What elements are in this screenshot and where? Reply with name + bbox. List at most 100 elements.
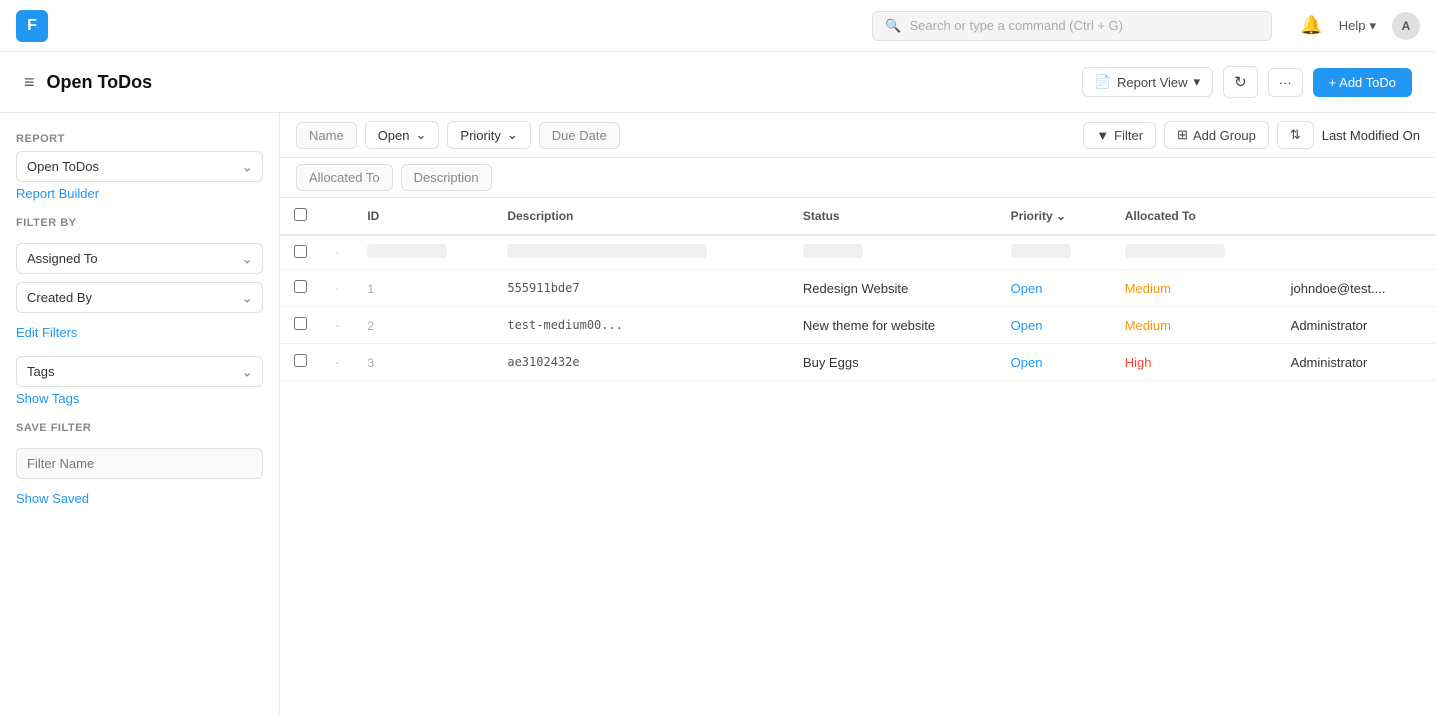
row-1-checkbox[interactable] <box>294 280 307 293</box>
row-2-id: test-medium00... <box>493 307 789 344</box>
avatar[interactable]: A <box>1392 12 1420 40</box>
add-group-button[interactable]: ⊞ Add Group <box>1164 121 1269 149</box>
filter-button[interactable]: ▼ Filter <box>1083 122 1156 149</box>
tags-select-wrapper: Tags <box>16 356 263 387</box>
table-row: · 1 555911bde7 Redesign Website Open Med… <box>280 270 1436 307</box>
filter-by-label: Filter By <box>16 217 263 229</box>
row-1-allocated-to: johndoe@test.... <box>1277 270 1436 307</box>
page-header: ≡ Open ToDos 📄 Report View ▾ ↻ ··· + Add… <box>0 52 1436 113</box>
row-1-status: Open <box>997 270 1111 307</box>
header-description: Description <box>493 198 789 235</box>
header-actions: 📄 Report View ▾ ↻ ··· + Add ToDo <box>1082 66 1412 98</box>
topbar-right: 🔔 Help ▾ A <box>1300 12 1420 40</box>
chevron-down-icon: ▾ <box>1194 74 1201 90</box>
filter-bar: Name Open ⌄ Priority ⌄ Due Date ▼ Filter <box>280 113 1436 158</box>
row-1-priority: Medium <box>1111 270 1277 307</box>
filter-by-section: Filter By Assigned To Created By Priorit… <box>16 217 263 340</box>
row-3-id: ae3102432e <box>493 344 789 381</box>
row-2-allocated-to: Administrator <box>1277 307 1436 344</box>
row-3-allocated-to: Administrator <box>1277 344 1436 381</box>
search-bar[interactable]: 🔍 Search or type a command (Ctrl + G) <box>872 11 1272 41</box>
header-status: Status <box>789 198 997 235</box>
row-3-description: Buy Eggs <box>789 344 997 381</box>
created-by-select[interactable]: Created By Assigned To Priority <box>16 282 263 313</box>
report-select-wrapper: Open ToDos <box>16 151 263 182</box>
row-2-dot: · <box>335 318 339 333</box>
table-header-row: ID Description Status Priority ⌄ <box>280 198 1436 235</box>
filter-bar-row2: Allocated To Description <box>280 158 1436 198</box>
more-options-button[interactable]: ··· <box>1268 68 1303 97</box>
header-allocated-to: Allocated To <box>1111 198 1277 235</box>
help-button[interactable]: Help ▾ <box>1339 18 1376 34</box>
topbar: F 🔍 Search or type a command (Ctrl + G) … <box>0 0 1436 52</box>
row-1-id: 555911bde7 <box>493 270 789 307</box>
row-3-priority: High <box>1111 344 1277 381</box>
row-1-description: Redesign Website <box>789 270 997 307</box>
chevron-down-icon: ▾ <box>1369 18 1376 34</box>
row-1-dot: · <box>335 281 339 296</box>
sort-icon: ⇅ <box>1290 127 1301 143</box>
header-checkbox[interactable] <box>280 198 321 235</box>
report-select[interactable]: Open ToDos <box>16 151 263 182</box>
tags-select[interactable]: Tags <box>16 356 263 387</box>
header-dot <box>321 198 353 235</box>
search-icon: 🔍 <box>885 18 901 34</box>
todos-table: ID Description Status Priority ⌄ <box>280 198 1436 381</box>
header-priority[interactable]: Priority ⌄ <box>997 198 1111 235</box>
sort-label: Last Modified On <box>1322 128 1420 143</box>
row-2-checkbox[interactable] <box>294 317 307 330</box>
chevron-down-icon: ⌄ <box>507 127 518 143</box>
notification-bell-icon[interactable]: 🔔 <box>1300 15 1322 36</box>
app-logo[interactable]: F <box>16 10 48 42</box>
description-filter-tag: Description <box>401 164 492 191</box>
refresh-button[interactable]: ↻ <box>1223 66 1258 98</box>
select-all-checkbox[interactable] <box>294 208 307 221</box>
row-3-num: 3 <box>353 344 493 381</box>
row-2-num: 2 <box>353 307 493 344</box>
sidebar: Report Open ToDos Report Builder Filter … <box>0 113 280 714</box>
row-3-dot: · <box>335 355 339 370</box>
sort-button[interactable]: ⇅ <box>1277 121 1314 149</box>
filter-actions: ▼ Filter ⊞ Add Group ⇅ Last Modified On <box>1083 121 1420 149</box>
save-filter-label: Save Filter <box>16 422 263 434</box>
group-icon: ⊞ <box>1177 127 1188 143</box>
table-area: Name Open ⌄ Priority ⌄ Due Date ▼ Filter <box>280 113 1436 714</box>
report-view-button[interactable]: 📄 Report View ▾ <box>1082 67 1213 97</box>
page: ≡ Open ToDos 📄 Report View ▾ ↻ ··· + Add… <box>0 52 1436 714</box>
main: Report Open ToDos Report Builder Filter … <box>0 113 1436 714</box>
name-filter-tag: Name <box>296 122 357 149</box>
header-id: ID <box>353 198 493 235</box>
status-filter-tag[interactable]: Open ⌄ <box>365 121 440 149</box>
filter-icon: ▼ <box>1096 128 1109 143</box>
show-tags-link[interactable]: Show Tags <box>16 391 263 406</box>
data-table: ID Description Status Priority ⌄ <box>280 198 1436 714</box>
row-2-status: Open <box>997 307 1111 344</box>
skeleton-row: · <box>280 235 1436 270</box>
allocated-to-filter-tag: Allocated To <box>296 164 393 191</box>
row-checkbox[interactable] <box>294 245 307 258</box>
assigned-to-select[interactable]: Assigned To Created By Priority Status <box>16 243 263 274</box>
table-row: · 3 ae3102432e Buy Eggs Open High Admini… <box>280 344 1436 381</box>
show-saved-link[interactable]: Show Saved <box>16 491 263 506</box>
filter-name-input[interactable] <box>16 448 263 479</box>
add-todo-button[interactable]: + Add ToDo <box>1313 68 1412 97</box>
report-section: Report Open ToDos Report Builder <box>16 133 263 201</box>
row-1-num: 1 <box>353 270 493 307</box>
menu-icon[interactable]: ≡ <box>24 72 35 93</box>
report-label: Report <box>16 133 263 145</box>
report-icon: 📄 <box>1095 74 1111 90</box>
row-2-description: New theme for website <box>789 307 997 344</box>
page-title: Open ToDos <box>47 72 153 93</box>
row-3-checkbox[interactable] <box>294 354 307 367</box>
row-3-status: Open <box>997 344 1111 381</box>
created-by-select-wrapper: Created By Assigned To Priority <box>16 282 263 313</box>
table-row: · 2 test-medium00... New theme for websi… <box>280 307 1436 344</box>
row-2-priority: Medium <box>1111 307 1277 344</box>
due-date-filter-tag: Due Date <box>539 122 620 149</box>
tags-section: Tags Show Tags <box>16 356 263 406</box>
assigned-to-select-wrapper: Assigned To Created By Priority Status <box>16 243 263 274</box>
edit-filters-link[interactable]: Edit Filters <box>16 325 263 340</box>
priority-filter-tag[interactable]: Priority ⌄ <box>447 121 530 149</box>
save-filter-section: Save Filter Show Saved <box>16 422 263 506</box>
report-builder-link[interactable]: Report Builder <box>16 186 263 201</box>
